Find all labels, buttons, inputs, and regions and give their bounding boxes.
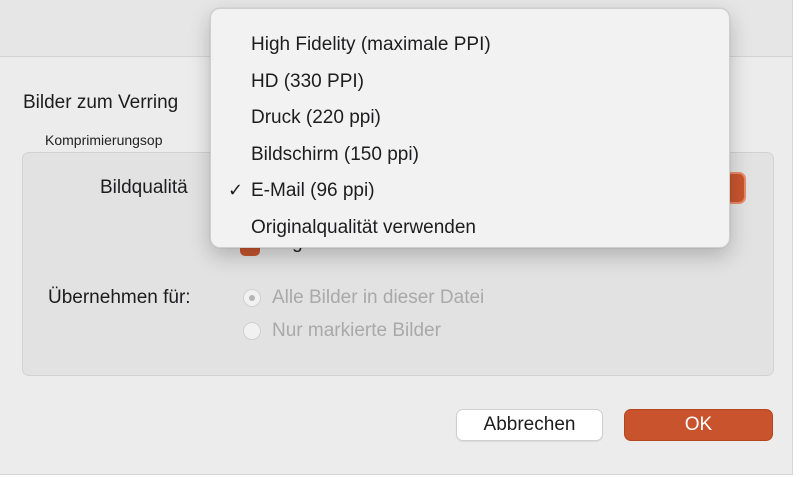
radio-all-pictures-label: Alle Bilder in dieser Datei xyxy=(272,287,485,308)
radio-selected-pictures[interactable] xyxy=(243,322,261,340)
checkmark-icon: ✓ xyxy=(228,180,244,200)
menu-item-label: Druck (220 ppi) xyxy=(251,107,381,128)
picture-quality-label: Bildqualitä xyxy=(100,177,188,198)
menu-item-original-quality[interactable]: Originalqualität verwenden xyxy=(211,208,729,245)
menu-item-label: Originalqualität verwenden xyxy=(251,217,476,238)
picture-quality-menu: High Fidelity (maximale PPI) HD (330 PPI… xyxy=(210,8,730,248)
dialog-heading: Bilder zum Verring xyxy=(23,92,179,113)
menu-item-print[interactable]: Druck (220 ppi) xyxy=(211,98,729,135)
menu-item-label: Bildschirm (150 ppi) xyxy=(251,144,419,165)
menu-item-label: E-Mail (96 ppi) xyxy=(251,180,375,201)
radio-selected-dot xyxy=(249,295,255,301)
menu-item-label: HD (330 PPI) xyxy=(251,71,364,92)
radio-selected-pictures-label: Nur markierte Bilder xyxy=(272,320,441,341)
menu-item-label: High Fidelity (maximale PPI) xyxy=(251,34,491,55)
apply-to-label: Übernehmen für: xyxy=(48,287,191,308)
menu-item-email[interactable]: ✓ E-Mail (96 ppi) xyxy=(211,171,729,208)
cancel-button[interactable]: Abbrechen xyxy=(456,409,603,441)
menu-item-screen[interactable]: Bildschirm (150 ppi) xyxy=(211,135,729,172)
menu-item-high-fidelity[interactable]: High Fidelity (maximale PPI) xyxy=(211,25,729,62)
radio-all-pictures[interactable] xyxy=(243,289,261,307)
menu-item-hd[interactable]: HD (330 PPI) xyxy=(211,62,729,99)
compression-options-label: Komprimierungsop xyxy=(45,132,163,148)
ok-button[interactable]: OK xyxy=(624,409,773,441)
